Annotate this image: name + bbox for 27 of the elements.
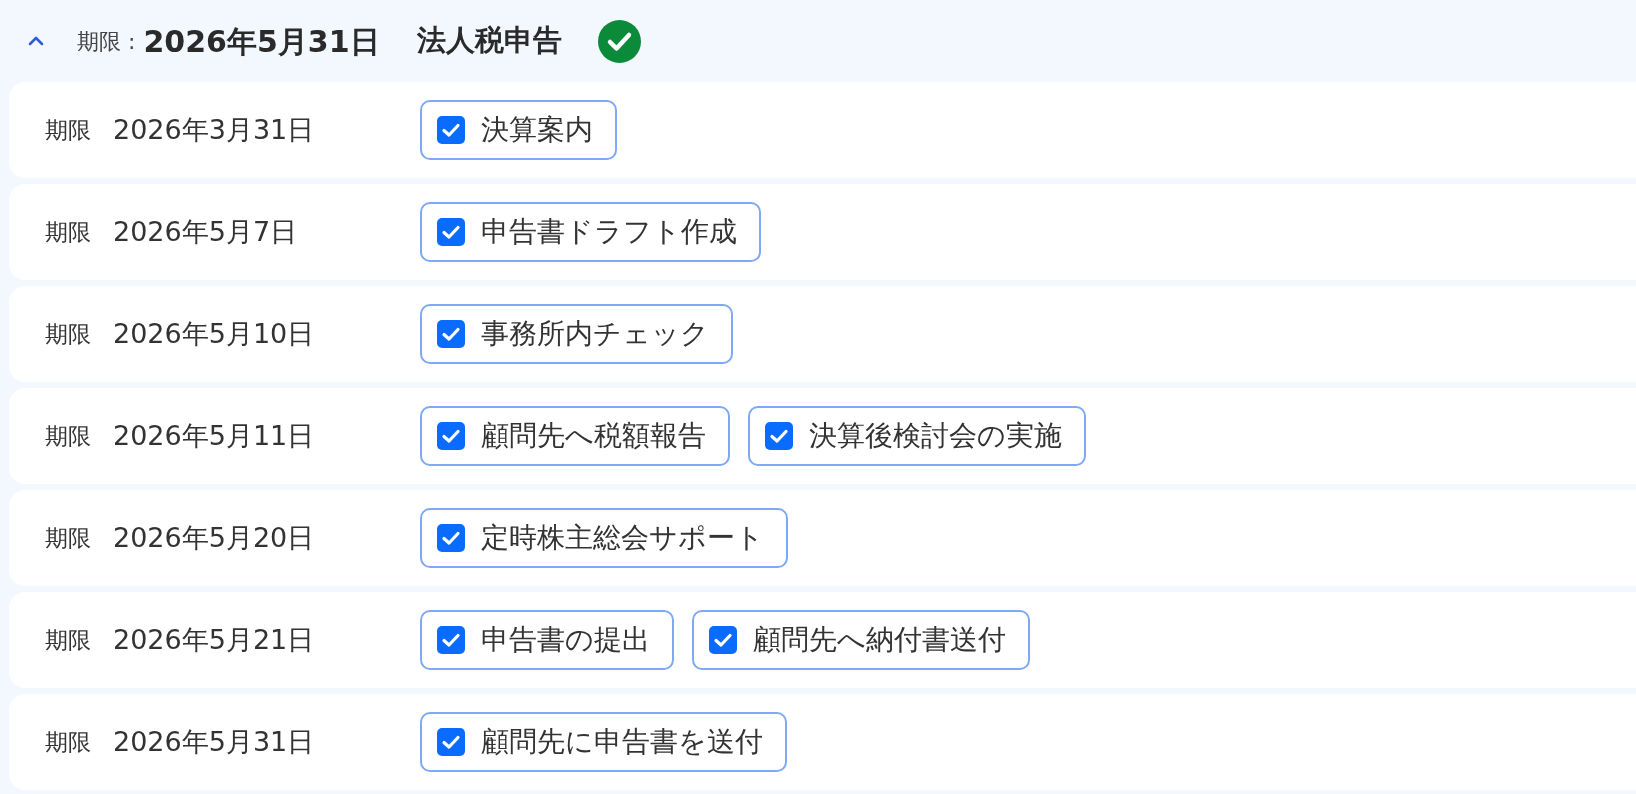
deadline-date: 2026年3月31日 bbox=[113, 112, 315, 147]
task-checkbox-chip[interactable]: 顧問先へ納付書送付 bbox=[692, 610, 1030, 670]
task-checkbox-chip[interactable]: 決算案内 bbox=[420, 100, 617, 160]
deadline-label: 期限 bbox=[45, 319, 91, 349]
deadline-label: 期限 bbox=[45, 421, 91, 451]
deadline-label: 期限 : bbox=[77, 27, 136, 56]
task-checkbox-chip[interactable]: 顧問先へ税額報告 bbox=[420, 406, 730, 466]
deadline-date: 2026年5月20日 bbox=[113, 520, 315, 555]
deadline-label: 期限 bbox=[45, 625, 91, 655]
task-group-title: 法人税申告 bbox=[416, 22, 562, 60]
deadline-date: 2026年5月11日 bbox=[113, 418, 315, 453]
deadline-date: 2026年5月10日 bbox=[113, 316, 315, 351]
task-checkbox-chip[interactable]: 決算後検討会の実施 bbox=[748, 406, 1086, 466]
deadline-date: 2026年5月31日 bbox=[113, 724, 315, 759]
deadline-label: 期限 bbox=[45, 217, 91, 247]
deadline-label: 期限 bbox=[45, 523, 91, 553]
collapse-chevron-icon[interactable] bbox=[27, 35, 45, 47]
task-checkbox-chip[interactable]: 定時株主総会サポート bbox=[420, 508, 788, 568]
deadline-label: 期限 bbox=[45, 727, 91, 757]
task-checkbox-chip[interactable]: 顧問先に申告書を送付 bbox=[420, 712, 787, 772]
task-checkbox-chip[interactable]: 申告書の提出 bbox=[420, 610, 674, 670]
deadline-label: 期限 bbox=[45, 115, 91, 145]
task-checkbox-chip[interactable]: 事務所内チェック bbox=[420, 304, 733, 364]
deadline-date: 2026年5月21日 bbox=[113, 622, 315, 657]
task-checkbox-chip[interactable]: 申告書ドラフト作成 bbox=[420, 202, 761, 262]
deadline-date: 2026年5月7日 bbox=[113, 214, 298, 249]
deadline-date: 2026年5月31日 bbox=[143, 22, 380, 61]
